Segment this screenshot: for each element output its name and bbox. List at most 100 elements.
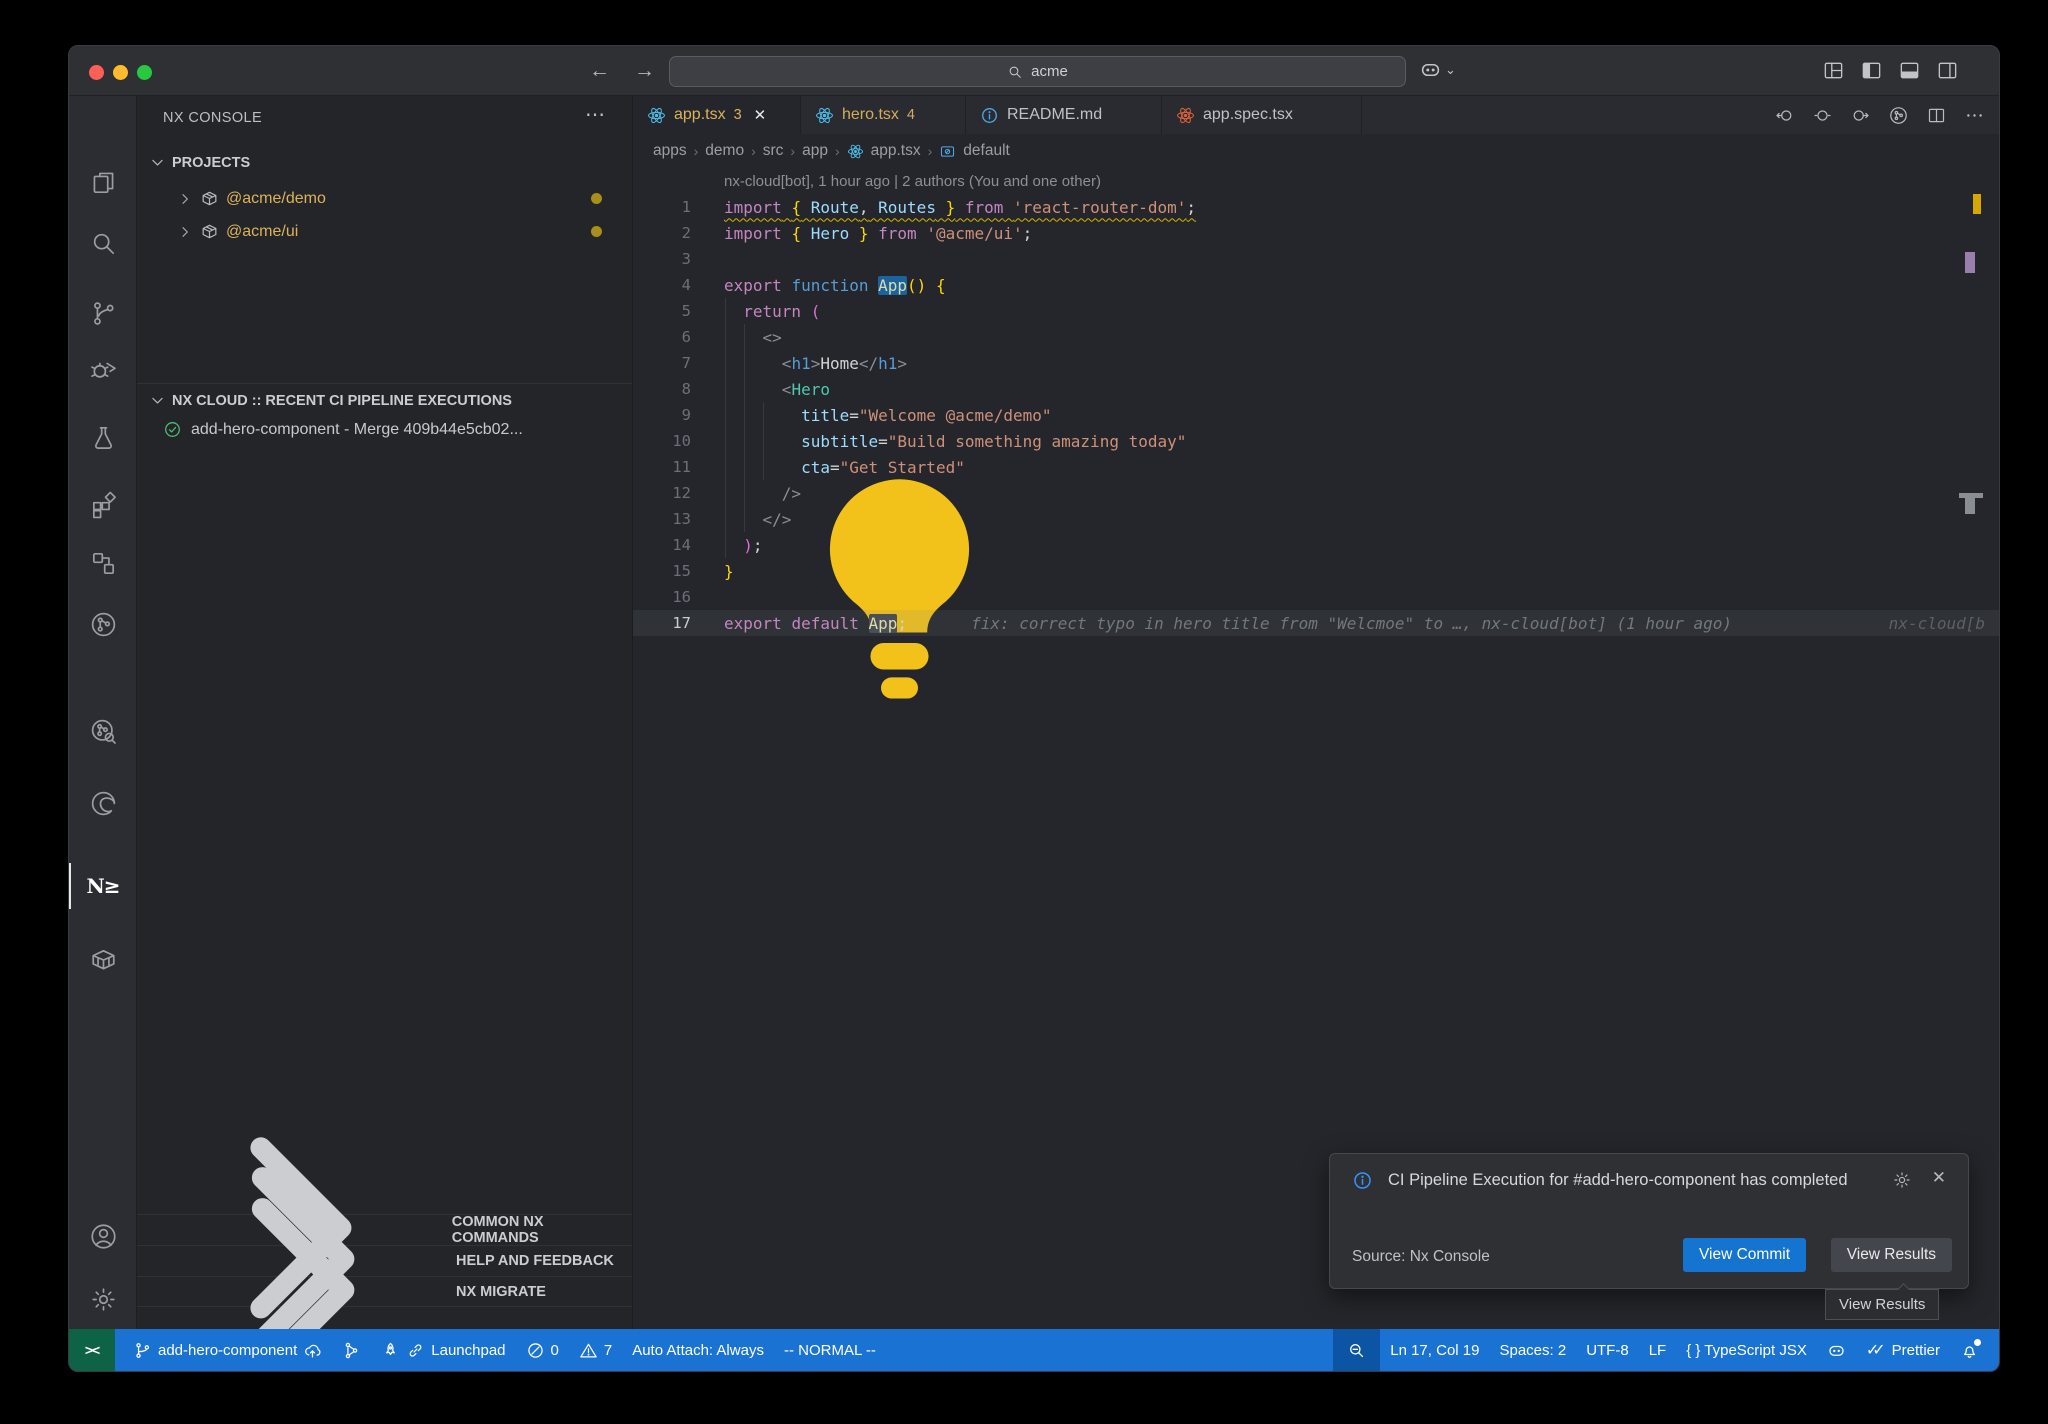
close-button[interactable] [89,65,104,80]
nav-dot-icon[interactable] [1812,105,1833,126]
minimize-button[interactable] [113,65,128,80]
history-forward-button[interactable]: → [634,59,655,83]
code-line-3[interactable]: 3 [633,246,1999,272]
activity-item-nx-console[interactable]: N≥ [83,866,123,906]
breadcrumb-item[interactable]: default [963,142,1010,160]
project-item[interactable]: @acme/demo [137,183,632,214]
code-line-16[interactable]: 16 [633,584,1999,610]
status-item-scm-graph[interactable] [332,1329,371,1371]
code-line-8[interactable]: 8 <Hero [633,376,1999,402]
status-item-notifications-bell[interactable] [1950,1329,1989,1371]
panel-bottom-icon[interactable] [1898,59,1921,82]
view-results-button[interactable]: View Results [1831,1238,1952,1272]
status-label: Prettier [1892,1342,1940,1359]
projects-section-header[interactable]: PROJECTS [149,154,250,171]
activity-item-account[interactable] [83,1216,123,1256]
gear-icon[interactable] [1892,1170,1912,1190]
code-token [859,614,869,633]
close-icon[interactable]: ✕ [1932,1168,1946,1188]
status-item-language-mode[interactable]: { } TypeScript JSX [1676,1329,1817,1371]
code-token [801,302,811,321]
code-token: = [849,406,859,425]
ellipsis-icon[interactable] [1964,105,1985,126]
code-token: function [791,276,868,295]
section-label: HELP AND FEEDBACK [456,1253,614,1269]
code-line-9[interactable]: 9 title="Welcome @acme/demo" [633,402,1999,428]
code-token: App [878,276,907,295]
code-line-6[interactable]: 6 <> [633,324,1999,350]
status-item-eol[interactable]: LF [1639,1329,1677,1371]
status-item-copilot[interactable] [1817,1329,1856,1371]
indent-guide [763,402,764,480]
status-item-formatter[interactable]: ✓✓Prettier [1856,1329,1950,1371]
code-line-4[interactable]: 4export function App() { [633,272,1999,298]
panel-left-icon[interactable] [1860,59,1883,82]
status-item-warnings[interactable]: 7 [569,1329,622,1371]
nav-forward-icon[interactable] [1850,105,1871,126]
panel-right-icon[interactable] [1936,59,1959,82]
breadcrumb-item[interactable]: app.tsx [871,142,921,160]
remote-indicator[interactable]: >< [69,1329,115,1371]
breadcrumb-separator-icon: › [790,143,795,159]
activity-item-settings[interactable] [83,1279,123,1319]
customize-layout-icon[interactable] [1822,59,1845,82]
code-line-1[interactable]: 1import { Route, Routes } from 'react-ro… [633,194,1999,220]
overview-ruler-warning-mark [1973,194,1981,214]
breadcrumb-item[interactable]: apps [653,142,687,160]
breadcrumb-item[interactable]: src [763,142,784,160]
tab-hero.tsx[interactable]: hero.tsx4 [801,96,966,134]
breadcrumb-item[interactable]: demo [705,142,744,160]
pipeline-execution-item[interactable]: add-hero-component - Merge 409b44e5cb02.… [137,414,632,445]
status-item-cursor-position[interactable]: Ln 17, Col 19 [1380,1329,1489,1371]
status-item-errors[interactable]: 0 [516,1329,569,1371]
code-token: ; [1186,198,1196,217]
code-line-2[interactable]: 2import { Hero } from '@acme/ui'; [633,220,1999,246]
history-back-button[interactable]: ← [589,59,610,83]
activity-item-testing[interactable] [83,417,123,457]
status-item-encoding[interactable]: UTF-8 [1576,1329,1639,1371]
more-actions-icon[interactable]: ⋯ [585,102,606,127]
code-editor[interactable]: 1import { Route, Routes } from 'react-ro… [633,194,1999,636]
status-item-indentation[interactable]: Spaces: 2 [1489,1329,1576,1371]
zoom-button[interactable] [137,65,152,80]
lightbulb-icon[interactable] [741,739,1058,758]
breadcrumb[interactable]: apps›demo›src›app›app.tsx›default [653,134,1010,168]
activity-item-edge-browser[interactable] [83,783,123,823]
run-circle-icon[interactable] [1888,105,1909,126]
activity-item-extensions[interactable] [83,484,123,524]
command-center-search[interactable]: acme [669,56,1406,87]
code-token [782,198,792,217]
nav-back-icon[interactable] [1774,105,1795,126]
close-icon[interactable]: ✕ [754,106,767,124]
nx-cloud-section-header[interactable]: NX CLOUD :: RECENT CI PIPELINE EXECUTION… [149,392,512,409]
code-token: , [859,198,869,217]
activity-item-explorer[interactable] [83,162,123,202]
activity-item-references[interactable] [83,543,123,583]
status-item-git-branch[interactable]: add-hero-component [123,1329,332,1371]
tab-app.spec.tsx[interactable]: app.spec.tsx [1162,96,1362,134]
status-item-auto-attach[interactable]: Auto Attach: Always [622,1329,774,1371]
section-header-nx-migrate[interactable]: NX MIGRATE [137,1276,632,1307]
code-line-5[interactable]: 5 return ( [633,298,1999,324]
breadcrumb-item[interactable]: app [802,142,828,160]
activity-item-graph-search[interactable] [83,711,123,751]
code-line-7[interactable]: 7 <h1>Home</h1> [633,350,1999,376]
line-number: 11 [633,458,705,476]
project-item[interactable]: @acme/ui [137,216,632,247]
activity-item-project-graph[interactable] [83,604,123,644]
code-line-17[interactable]: 17export default App;fix: correct typo i… [633,610,1999,636]
activity-item-containers[interactable] [83,939,123,979]
activity-item-run-debug[interactable] [83,349,123,389]
activity-item-search[interactable] [83,223,123,263]
split-icon[interactable] [1926,105,1947,126]
tab-app.tsx[interactable]: app.tsx3✕ [633,96,801,134]
tab-README.md[interactable]: README.md [966,96,1162,134]
warning-squiggle: import { Route, Routes } from 'react-rou… [724,198,1196,217]
status-item-zoom-level[interactable] [1333,1329,1380,1371]
status-item-launchpad[interactable]: Launchpad [371,1329,515,1371]
status-item-vim-mode[interactable]: -- NORMAL -- [774,1329,886,1371]
activity-item-source-control[interactable] [83,293,123,333]
code-token: from [869,224,917,243]
copilot-menu-button[interactable]: ⌄ [1419,58,1456,81]
view-commit-button[interactable]: View Commit [1683,1238,1806,1272]
